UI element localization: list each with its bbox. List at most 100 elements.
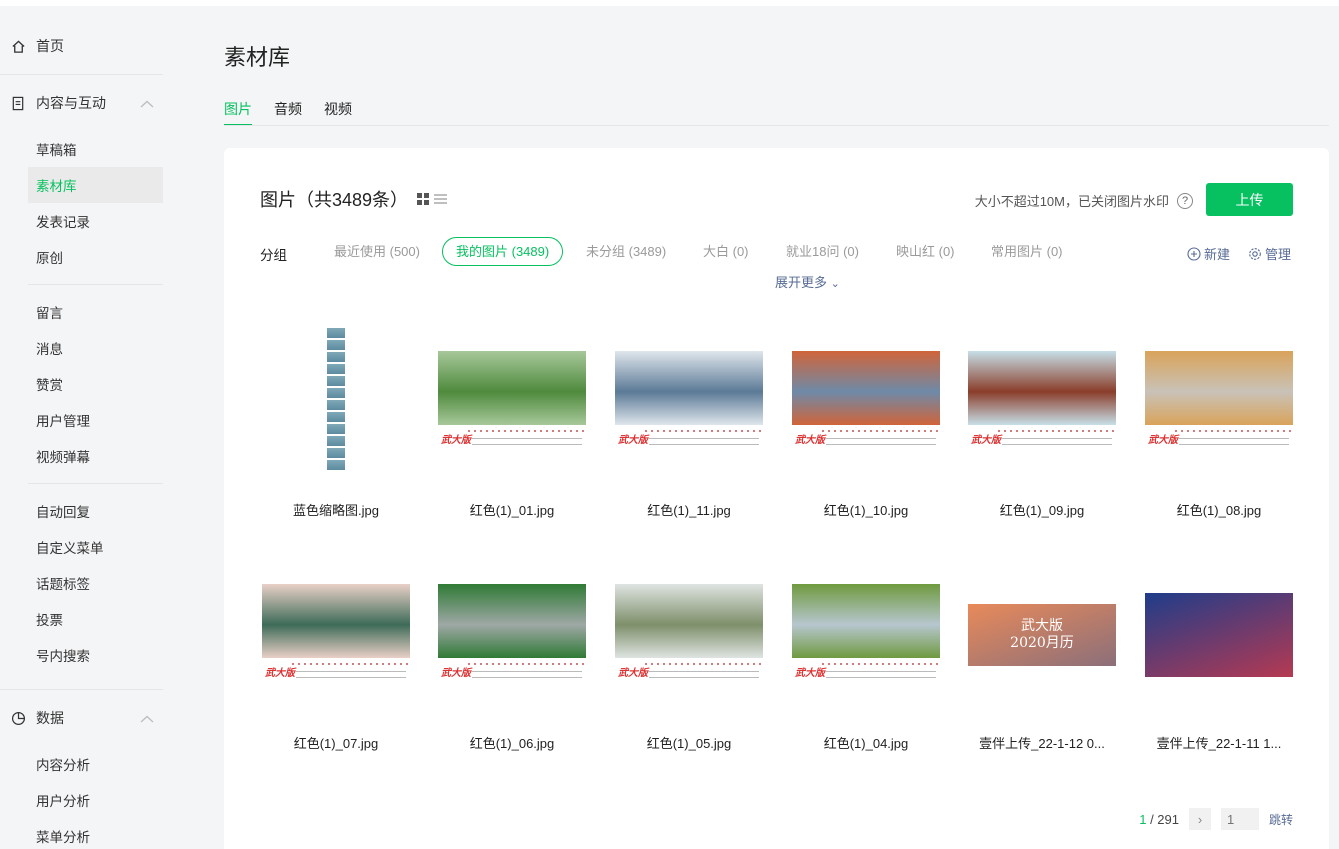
sidebar-item-user-analysis[interactable]: 用户分析 bbox=[28, 782, 163, 818]
sidebar-item-vote[interactable]: 投票 bbox=[28, 601, 163, 637]
group-ungrouped[interactable]: 未分组 (3489) bbox=[586, 237, 666, 266]
thumbnail-strip-segment bbox=[327, 460, 345, 470]
image-card[interactable]: 武大版 2020月历 壹伴上传_22-1-12 0... bbox=[968, 555, 1116, 755]
sidebar-item-home[interactable]: 首页 bbox=[10, 28, 64, 64]
group-yingshanhong[interactable]: 映山红 (0) bbox=[896, 237, 955, 266]
sidebar-item-materials[interactable]: 素材库 bbox=[28, 167, 163, 203]
new-group-button[interactable]: 新建 bbox=[1187, 244, 1230, 263]
thumbnail-strip-segment bbox=[327, 388, 345, 398]
tabs-divider bbox=[224, 125, 1329, 126]
image-thumbnail[interactable]: 武大版 bbox=[792, 322, 940, 482]
thumbnail-strip-segment bbox=[327, 448, 345, 458]
sidebar-item-rewards[interactable]: 赞赏 bbox=[28, 366, 163, 402]
sidebar-item-label: 用户分析 bbox=[36, 794, 90, 809]
image-card[interactable]: 武大版 红色(1)_01.jpg bbox=[438, 322, 586, 522]
sidebar-section-content[interactable]: 内容与互动 bbox=[10, 85, 154, 121]
image-card[interactable]: 武大版 红色(1)_11.jpg bbox=[615, 322, 763, 522]
image-thumbnail[interactable]: 武大版 bbox=[615, 322, 763, 482]
sidebar-item-comments[interactable]: 留言 bbox=[28, 294, 163, 330]
sidebar-section-data[interactable]: 数据 bbox=[10, 700, 154, 736]
image-thumbnail[interactable]: 武大版 bbox=[438, 555, 586, 715]
sidebar-item-search[interactable]: 号内搜索 bbox=[28, 637, 163, 673]
image-thumbnail[interactable]: 武大版 bbox=[262, 555, 410, 715]
image-thumbnail[interactable] bbox=[1145, 555, 1293, 715]
image-filename: 红色(1)_09.jpg bbox=[999, 503, 1085, 518]
thumbnail-strip-segment bbox=[327, 400, 345, 410]
help-icon[interactable]: ? bbox=[1177, 192, 1193, 209]
group-common[interactable]: 常用图片 (0) bbox=[991, 237, 1063, 266]
image-card[interactable]: 武大版 红色(1)_05.jpg bbox=[615, 555, 763, 755]
image-card[interactable]: 武大版 红色(1)_08.jpg bbox=[1145, 322, 1293, 522]
sidebar-item-label: 留言 bbox=[36, 306, 63, 321]
group-jobs[interactable]: 就业18问 (0) bbox=[786, 237, 859, 266]
image-filename: 红色(1)_07.jpg bbox=[293, 736, 379, 751]
chevron-up-icon[interactable] bbox=[140, 95, 154, 111]
image-thumbnail[interactable]: 武大版 bbox=[1145, 322, 1293, 482]
sidebar-item-user-management[interactable]: 用户管理 bbox=[28, 402, 163, 438]
thumbnail-strip-segment bbox=[327, 340, 345, 350]
upload-button[interactable]: 上传 bbox=[1206, 183, 1293, 216]
manage-groups-button[interactable]: 管理 bbox=[1248, 244, 1291, 263]
sidebar-item-topic-tags[interactable]: 话题标签 bbox=[28, 565, 163, 601]
sidebar-item-label: 自动回复 bbox=[36, 505, 90, 520]
image-card[interactable]: 武大版 红色(1)_09.jpg bbox=[968, 322, 1116, 522]
home-icon bbox=[10, 38, 26, 54]
list-view-icon[interactable] bbox=[434, 192, 447, 204]
image-thumbnail[interactable]: 武大版 bbox=[615, 555, 763, 715]
image-thumbnail[interactable]: 武大版 bbox=[438, 322, 586, 482]
media-tabs: 图片 音频 视频 bbox=[224, 96, 352, 126]
panel-heading: 图片（共3489条） bbox=[260, 190, 409, 210]
sidebar-item-original[interactable]: 原创 bbox=[28, 239, 163, 275]
chevron-up-icon[interactable] bbox=[140, 710, 154, 726]
sidebar-item-auto-reply[interactable]: 自动回复 bbox=[28, 493, 163, 529]
gear-icon bbox=[1249, 247, 1261, 260]
sidebar-item-custom-menu[interactable]: 自定义菜单 bbox=[28, 529, 163, 565]
upload-hint: 大小不超过10M，已关闭图片水印 ? bbox=[975, 191, 1193, 210]
sidebar-item-drafts[interactable]: 草稿箱 bbox=[28, 131, 163, 167]
pagination: 1 / 291 › 跳转 bbox=[1139, 808, 1293, 830]
sidebar-item-publish-records[interactable]: 发表记录 bbox=[28, 203, 163, 239]
image-filename: 红色(1)_01.jpg bbox=[469, 503, 555, 518]
page-jump-input[interactable] bbox=[1220, 808, 1259, 830]
total-pages: / 291 bbox=[1150, 811, 1179, 827]
sidebar-item-video-danmaku[interactable]: 视频弹幕 bbox=[28, 438, 163, 474]
page-jump-button[interactable]: 跳转 bbox=[1269, 811, 1293, 828]
thumbnail-strip-segment bbox=[327, 328, 345, 338]
tab-images[interactable]: 图片 bbox=[224, 96, 252, 126]
sidebar-item-content-analysis[interactable]: 内容分析 bbox=[28, 746, 163, 782]
sidebar-item-label: 素材库 bbox=[36, 179, 77, 194]
grid-view-icon[interactable] bbox=[417, 192, 429, 205]
group-dabai[interactable]: 大白 (0) bbox=[703, 237, 749, 266]
tab-video[interactable]: 视频 bbox=[324, 96, 352, 126]
image-thumbnail[interactable] bbox=[262, 322, 410, 482]
image-card[interactable]: 武大版 红色(1)_04.jpg bbox=[792, 555, 940, 755]
sidebar-item-label: 首页 bbox=[36, 38, 64, 54]
image-card[interactable]: 武大版 红色(1)_10.jpg bbox=[792, 322, 940, 522]
image-card[interactable]: 武大版 红色(1)_07.jpg bbox=[262, 555, 410, 755]
sidebar-item-label: 消息 bbox=[36, 342, 63, 357]
sidebar-item-label: 自定义菜单 bbox=[36, 541, 104, 556]
manage-groups-label: 管理 bbox=[1265, 247, 1292, 262]
group-my-images[interactable]: 我的图片 (3489) bbox=[442, 237, 564, 266]
image-thumbnail[interactable]: 武大版 bbox=[792, 555, 940, 715]
sidebar-item-label: 原创 bbox=[36, 251, 63, 266]
sidebar-item-messages[interactable]: 消息 bbox=[28, 330, 163, 366]
sidebar: 首页 内容与互动 草稿箱 素材库 发表记录 原创 留言 消息 赞赏 用户管理 视… bbox=[0, 6, 190, 849]
image-filename: 红色(1)_04.jpg bbox=[823, 736, 909, 751]
sidebar-item-label: 发表记录 bbox=[36, 215, 90, 230]
image-card[interactable]: 壹伴上传_22-1-11 1... bbox=[1145, 555, 1293, 755]
image-filename: 红色(1)_05.jpg bbox=[646, 736, 732, 751]
image-card[interactable]: 武大版 红色(1)_06.jpg bbox=[438, 555, 586, 755]
tab-audio[interactable]: 音频 bbox=[274, 96, 302, 126]
group-recent[interactable]: 最近使用 (500) bbox=[334, 237, 420, 266]
sidebar-item-menu-analysis[interactable]: 菜单分析 bbox=[28, 818, 163, 849]
sidebar-section-label: 数据 bbox=[36, 710, 64, 726]
image-card[interactable]: 蓝色缩略图.jpg bbox=[262, 322, 410, 522]
thumbnail-strip-segment bbox=[327, 352, 345, 362]
image-thumbnail[interactable]: 武大版 2020月历 bbox=[968, 555, 1116, 715]
sidebar-divider bbox=[28, 284, 163, 285]
expand-more-button[interactable]: 展开更多 ⌄ bbox=[775, 272, 840, 291]
thumbnail-strip-segment bbox=[327, 376, 345, 386]
next-page-button[interactable]: › bbox=[1188, 808, 1211, 830]
image-thumbnail[interactable]: 武大版 bbox=[968, 322, 1116, 482]
